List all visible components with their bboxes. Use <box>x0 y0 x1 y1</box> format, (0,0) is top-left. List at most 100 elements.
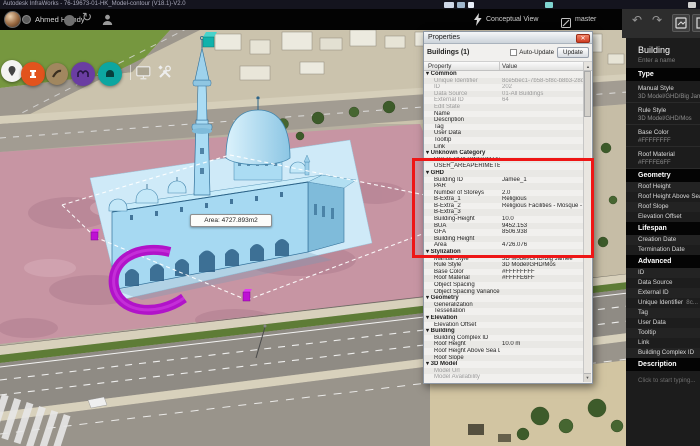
property-row[interactable]: Model Url <box>424 368 583 375</box>
user-avatar[interactable] <box>4 11 21 28</box>
sidebar-item[interactable]: Termination Date <box>626 245 700 255</box>
background-window-fragment <box>688 2 696 8</box>
update-button[interactable]: Update <box>557 47 589 58</box>
property-row[interactable]: Roof Slope <box>424 355 583 362</box>
property-row[interactable]: External ID64 <box>424 97 583 104</box>
sidebar-item[interactable]: Tooltip <box>626 328 700 338</box>
property-group-row[interactable]: ▾ Common <box>424 71 583 78</box>
infraworks-window: Autodesk InfraWorks - 76-19673-01-HK_Mod… <box>0 0 700 446</box>
background-window-fragment <box>444 2 454 8</box>
building-inspector-sidebar: Building Enter a name TypeManual Style3D… <box>626 38 700 446</box>
property-row[interactable]: Unique Identifier8ce5bec1-7b58-5f8c-b8b3… <box>424 78 583 85</box>
sync-refresh-icon[interactable]: ↻ <box>82 10 92 24</box>
sidebar-section-header-lifespan[interactable]: Lifespan <box>626 222 700 235</box>
user-person-icon[interactable] <box>102 13 113 31</box>
properties-panel-title: Properties <box>428 34 460 41</box>
undo-icon[interactable]: ↶ <box>632 13 642 27</box>
general-tools-icon[interactable] <box>157 64 172 84</box>
building-name-input[interactable]: Enter a name <box>626 57 700 68</box>
property-table-header: Property Value ▲ <box>424 61 592 71</box>
property-row[interactable]: Roof Height10.0 m <box>424 341 583 348</box>
sidebar-section-header-type[interactable]: Type <box>626 68 700 81</box>
property-row[interactable]: Model Availability <box>424 374 583 381</box>
view-mode-label[interactable]: Conceptual View <box>486 16 538 23</box>
property-row[interactable]: Description <box>424 117 583 124</box>
sidebar-item[interactable]: Tag <box>626 308 700 318</box>
conceptual-view-icon[interactable] <box>473 13 482 31</box>
sidebar-item[interactable]: Roof Height Above Sea Level <box>626 192 700 202</box>
auto-update-label: Auto-Update <box>519 49 554 56</box>
property-row[interactable]: Tessellation <box>424 308 583 315</box>
scroll-up-icon[interactable]: ▲ <box>583 62 592 70</box>
redo-icon[interactable]: ↷ <box>652 13 662 27</box>
property-row[interactable]: Generalization <box>424 302 583 309</box>
property-row[interactable]: Name <box>424 111 583 118</box>
property-row[interactable]: Roof Material#FFFFE6FF <box>424 275 583 282</box>
background-window-fragment <box>468 2 474 8</box>
sidebar-item[interactable]: Roof Material#FFFFE6FF <box>626 147 700 169</box>
property-row[interactable]: Edit State <box>424 104 583 111</box>
property-group-row[interactable]: ▾ Elevation <box>424 315 583 322</box>
property-row[interactable]: Data Source01-All Buildings <box>424 91 583 98</box>
status-circle-icon[interactable] <box>64 15 75 26</box>
sidebar-item[interactable]: ID <box>626 268 700 278</box>
selection-count-label: Buildings (1) <box>427 49 510 56</box>
context-pin-icon[interactable] <box>1 60 23 82</box>
property-row[interactable]: Tag <box>424 124 583 131</box>
property-group-row[interactable]: ▾ Building <box>424 328 583 335</box>
sidebar-item[interactable]: Creation Date <box>626 235 700 245</box>
window-title-bar[interactable]: Autodesk InfraWorks - 76-19673-01-HK_Mod… <box>0 0 700 9</box>
bridges-tool-icon[interactable] <box>71 62 95 86</box>
property-row[interactable]: Link <box>424 144 583 151</box>
inspector-title: Building <box>626 38 700 57</box>
column-value[interactable]: Value <box>500 62 583 70</box>
close-icon[interactable]: ✕ <box>576 34 590 43</box>
column-property[interactable]: Property <box>424 62 500 70</box>
sidebar-item[interactable]: Unique Identifier8c... <box>626 298 700 308</box>
sidebar-item[interactable]: Manual Style3D Model/GHD/Big Jamee <box>626 81 700 103</box>
property-row[interactable]: Building Complex ID <box>424 335 583 342</box>
scrollbar-thumb[interactable] <box>584 71 591 117</box>
sidebar-item[interactable]: Roof Slope <box>626 202 700 212</box>
annotation-highlight-box <box>412 158 594 258</box>
roads-tool-icon[interactable] <box>21 62 45 86</box>
sidebar-item[interactable]: Data Source <box>626 278 700 288</box>
property-row[interactable]: Object Spacing Variance <box>424 289 583 296</box>
application-top-bar: Ahmed Hamdy ↻ Conceptual View master <box>0 9 700 30</box>
branch-name[interactable]: master <box>575 16 596 23</box>
sidebar-item[interactable]: Roof Height <box>626 182 700 192</box>
presence-badge-icon <box>22 15 31 24</box>
scroll-down-icon[interactable]: ▼ <box>584 373 591 382</box>
property-row[interactable]: Base Color#FFFFFFFF <box>424 269 583 276</box>
sidebar-item[interactable]: Base Color#FFFFFFFF <box>626 125 700 147</box>
property-row[interactable]: Rule Style3D Model/GHD/Mos <box>424 262 583 269</box>
sidebar-section-header-advanced[interactable]: Advanced <box>626 255 700 268</box>
property-row[interactable]: Object Spacing <box>424 282 583 289</box>
area-tooltip: Area: 4727.893m2 <box>190 214 272 227</box>
snapshot-button[interactable] <box>672 14 690 32</box>
sidebar-item[interactable]: Link <box>626 338 700 348</box>
sidebar-item[interactable]: External ID <box>626 288 700 298</box>
property-row[interactable]: ID202 <box>424 84 583 91</box>
properties-panel-title-bar[interactable]: Properties ✕ <box>424 32 592 44</box>
sidebar-item[interactable]: Rule Style3D Model/GHD/Mos <box>626 103 700 125</box>
property-group-row[interactable]: ▾ 3D Model <box>424 361 583 368</box>
description-placeholder[interactable]: Click to start typing... <box>626 371 700 384</box>
property-row[interactable]: Elevation Offset <box>424 322 583 329</box>
sidebar-section-header-geometry[interactable]: Geometry <box>626 169 700 182</box>
property-row[interactable]: Roof Height Above Sea Level <box>424 348 583 355</box>
sidebar-section-header-description[interactable]: Description <box>626 358 700 371</box>
display-settings-icon[interactable] <box>136 66 151 85</box>
sidebar-item[interactable]: User Data <box>626 318 700 328</box>
panel-tool-button[interactable] <box>692 14 700 32</box>
property-group-row[interactable]: ▾ Geometry <box>424 295 583 302</box>
property-row[interactable]: User Data <box>424 130 583 137</box>
property-group-row[interactable]: ▾ Unknown Category <box>424 150 583 157</box>
window-title: Autodesk InfraWorks - 76-19673-01-HK_Mod… <box>3 1 186 7</box>
property-row[interactable]: Tooltip <box>424 137 583 144</box>
sidebar-item[interactable]: Elevation Offset <box>626 212 700 222</box>
ramps-tool-icon[interactable] <box>46 63 68 85</box>
tunnels-tool-icon[interactable] <box>98 62 122 86</box>
auto-update-checkbox[interactable] <box>510 49 517 56</box>
sidebar-item[interactable]: Building Complex ID <box>626 348 700 358</box>
